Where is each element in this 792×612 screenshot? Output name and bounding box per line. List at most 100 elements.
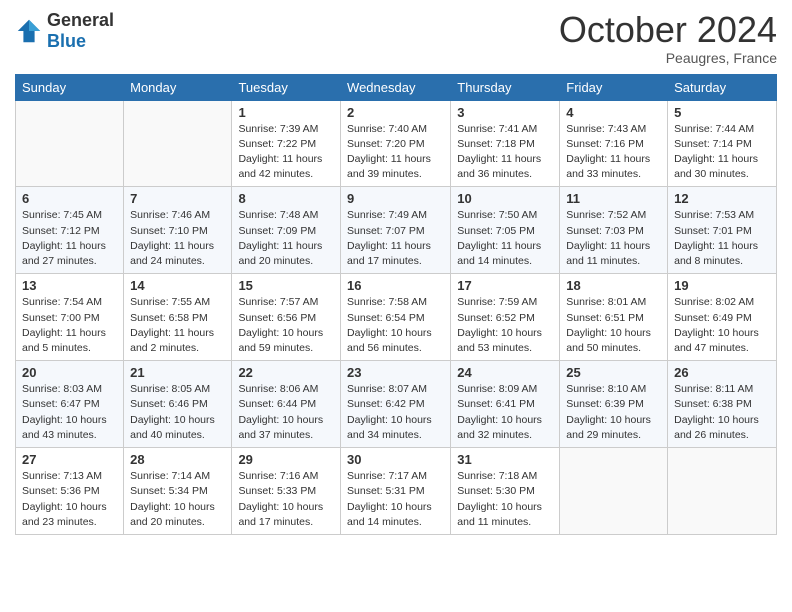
day-number: 26 — [674, 365, 770, 380]
calendar-cell: 28Sunrise: 7:14 AMSunset: 5:34 PMDayligh… — [124, 448, 232, 535]
day-info: Sunrise: 8:10 AMSunset: 6:39 PMDaylight:… — [566, 382, 661, 443]
weekday-header-wednesday: Wednesday — [341, 74, 451, 100]
day-number: 27 — [22, 452, 117, 467]
calendar-cell: 30 Sunrise: 7:17 AMSunset: 5:31 PMDayligh… — [341, 448, 451, 535]
day-info: Sunrise: 7:57 AMSunset: 6:56 PMDaylight:… — [238, 295, 334, 356]
day-number: 9 — [347, 191, 444, 206]
day-info: Sunrise: 8:11 AMSunset: 6:38 PMDaylight:… — [674, 382, 770, 443]
calendar-cell: 20Sunrise: 8:03 AMSunset: 6:47 PMDayligh… — [16, 361, 124, 448]
day-number: 6 — [22, 191, 117, 206]
calendar-cell: 23 Sunrise: 8:07 AMSunset: 6:42 PMDayligh… — [341, 361, 451, 448]
day-number: 1 — [238, 105, 334, 120]
calendar-cell: 12 Sunrise: 7:53 AMSunset: 7:01 PMDayligh… — [668, 187, 777, 274]
calendar-cell: 31 Sunrise: 7:18 AMSunset: 5:30 PMDayligh… — [451, 448, 560, 535]
calendar-week-row: 27 Sunrise: 7:13 AMSunset: 5:36 PMDayligh… — [16, 448, 777, 535]
day-number: 17 — [457, 278, 553, 293]
weekday-header-thursday: Thursday — [451, 74, 560, 100]
calendar-week-row: 20Sunrise: 8:03 AMSunset: 6:47 PMDayligh… — [16, 361, 777, 448]
calendar-week-row: 1 Sunrise: 7:39 AMSunset: 7:22 PMDaylight… — [16, 100, 777, 187]
day-number: 18 — [566, 278, 661, 293]
day-number: 28 — [130, 452, 225, 467]
calendar-cell: 14 Sunrise: 7:55 AMSunset: 6:58 PMDayligh… — [124, 274, 232, 361]
day-info: Sunrise: 7:39 AMSunset: 7:22 PMDaylight:… — [238, 122, 334, 183]
calendar-cell: 21 Sunrise: 8:05 AMSunset: 6:46 PMDayligh… — [124, 361, 232, 448]
day-info: Sunrise: 7:58 AMSunset: 6:54 PMDaylight:… — [347, 295, 444, 356]
calendar-cell: 10 Sunrise: 7:50 AMSunset: 7:05 PMDayligh… — [451, 187, 560, 274]
logo-general: General — [47, 10, 114, 30]
day-info: Sunrise: 7:55 AMSunset: 6:58 PMDaylight:… — [130, 295, 225, 356]
location-subtitle: Peaugres, France — [559, 50, 777, 66]
day-number: 22 — [238, 365, 334, 380]
calendar-cell: 8Sunrise: 7:48 AMSunset: 7:09 PMDaylight… — [232, 187, 341, 274]
calendar-cell: 22Sunrise: 8:06 AMSunset: 6:44 PMDayligh… — [232, 361, 341, 448]
day-number: 16 — [347, 278, 444, 293]
calendar-cell: 19Sunrise: 8:02 AMSunset: 6:49 PMDayligh… — [668, 274, 777, 361]
logo-text: General Blue — [47, 10, 114, 52]
day-number: 24 — [457, 365, 553, 380]
day-number: 15 — [238, 278, 334, 293]
day-info: Sunrise: 7:45 AMSunset: 7:12 PMDaylight:… — [22, 208, 117, 269]
day-info: Sunrise: 7:13 AMSunset: 5:36 PMDaylight:… — [22, 469, 117, 530]
calendar-cell: 24 Sunrise: 8:09 AMSunset: 6:41 PMDayligh… — [451, 361, 560, 448]
day-info: Sunrise: 8:02 AMSunset: 6:49 PMDaylight:… — [674, 295, 770, 356]
calendar-cell: 25 Sunrise: 8:10 AMSunset: 6:39 PMDayligh… — [560, 361, 668, 448]
day-info: Sunrise: 7:50 AMSunset: 7:05 PMDaylight:… — [457, 208, 553, 269]
day-info: Sunrise: 7:41 AMSunset: 7:18 PMDaylight:… — [457, 122, 553, 183]
calendar-week-row: 6 Sunrise: 7:45 AMSunset: 7:12 PMDaylight… — [16, 187, 777, 274]
weekday-header-tuesday: Tuesday — [232, 74, 341, 100]
day-number: 12 — [674, 191, 770, 206]
logo-icon — [15, 17, 43, 45]
weekday-header-row: SundayMondayTuesdayWednesdayThursdayFrid… — [16, 74, 777, 100]
calendar-cell: 18 Sunrise: 8:01 AMSunset: 6:51 PMDayligh… — [560, 274, 668, 361]
day-info: Sunrise: 7:53 AMSunset: 7:01 PMDaylight:… — [674, 208, 770, 269]
day-info: Sunrise: 7:46 AMSunset: 7:10 PMDaylight:… — [130, 208, 225, 269]
day-number: 14 — [130, 278, 225, 293]
calendar-cell: 26 Sunrise: 8:11 AMSunset: 6:38 PMDayligh… — [668, 361, 777, 448]
day-info: Sunrise: 8:05 AMSunset: 6:46 PMDaylight:… — [130, 382, 225, 443]
title-area: October 2024 Peaugres, France — [559, 10, 777, 66]
header: General Blue October 2024 Peaugres, Fran… — [15, 10, 777, 66]
day-number: 31 — [457, 452, 553, 467]
day-info: Sunrise: 7:49 AMSunset: 7:07 PMDaylight:… — [347, 208, 444, 269]
day-info: Sunrise: 8:01 AMSunset: 6:51 PMDaylight:… — [566, 295, 661, 356]
day-number: 21 — [130, 365, 225, 380]
day-info: Sunrise: 7:54 AMSunset: 7:00 PMDaylight:… — [22, 295, 117, 356]
calendar-cell: 16 Sunrise: 7:58 AMSunset: 6:54 PMDayligh… — [341, 274, 451, 361]
page: General Blue October 2024 Peaugres, Fran… — [0, 0, 792, 550]
day-info: Sunrise: 7:17 AMSunset: 5:31 PMDaylight:… — [347, 469, 444, 530]
weekday-header-sunday: Sunday — [16, 74, 124, 100]
logo-blue: Blue — [47, 31, 86, 51]
day-number: 11 — [566, 191, 661, 206]
day-number: 3 — [457, 105, 553, 120]
month-title: October 2024 — [559, 10, 777, 50]
calendar-cell: 7 Sunrise: 7:46 AMSunset: 7:10 PMDaylight… — [124, 187, 232, 274]
calendar-cell: 11 Sunrise: 7:52 AMSunset: 7:03 PMDayligh… — [560, 187, 668, 274]
day-info: Sunrise: 8:03 AMSunset: 6:47 PMDaylight:… — [22, 382, 117, 443]
calendar-cell — [560, 448, 668, 535]
calendar-cell: 29Sunrise: 7:16 AMSunset: 5:33 PMDayligh… — [232, 448, 341, 535]
calendar-cell: 2Sunrise: 7:40 AMSunset: 7:20 PMDaylight… — [341, 100, 451, 187]
day-info: Sunrise: 7:18 AMSunset: 5:30 PMDaylight:… — [457, 469, 553, 530]
day-number: 7 — [130, 191, 225, 206]
day-number: 29 — [238, 452, 334, 467]
calendar-cell: 6 Sunrise: 7:45 AMSunset: 7:12 PMDaylight… — [16, 187, 124, 274]
day-number: 2 — [347, 105, 444, 120]
day-number: 10 — [457, 191, 553, 206]
day-number: 4 — [566, 105, 661, 120]
logo: General Blue — [15, 10, 114, 52]
calendar-cell: 3 Sunrise: 7:41 AMSunset: 7:18 PMDaylight… — [451, 100, 560, 187]
day-number: 30 — [347, 452, 444, 467]
calendar-cell: 13Sunrise: 7:54 AMSunset: 7:00 PMDayligh… — [16, 274, 124, 361]
weekday-header-saturday: Saturday — [668, 74, 777, 100]
calendar-cell: 5Sunrise: 7:44 AMSunset: 7:14 PMDaylight… — [668, 100, 777, 187]
calendar-week-row: 13Sunrise: 7:54 AMSunset: 7:00 PMDayligh… — [16, 274, 777, 361]
day-info: Sunrise: 8:07 AMSunset: 6:42 PMDaylight:… — [347, 382, 444, 443]
day-info: Sunrise: 7:48 AMSunset: 7:09 PMDaylight:… — [238, 208, 334, 269]
calendar-cell — [124, 100, 232, 187]
day-info: Sunrise: 8:09 AMSunset: 6:41 PMDaylight:… — [457, 382, 553, 443]
calendar-cell: 9 Sunrise: 7:49 AMSunset: 7:07 PMDaylight… — [341, 187, 451, 274]
day-info: Sunrise: 7:52 AMSunset: 7:03 PMDaylight:… — [566, 208, 661, 269]
day-number: 25 — [566, 365, 661, 380]
day-number: 23 — [347, 365, 444, 380]
day-number: 5 — [674, 105, 770, 120]
